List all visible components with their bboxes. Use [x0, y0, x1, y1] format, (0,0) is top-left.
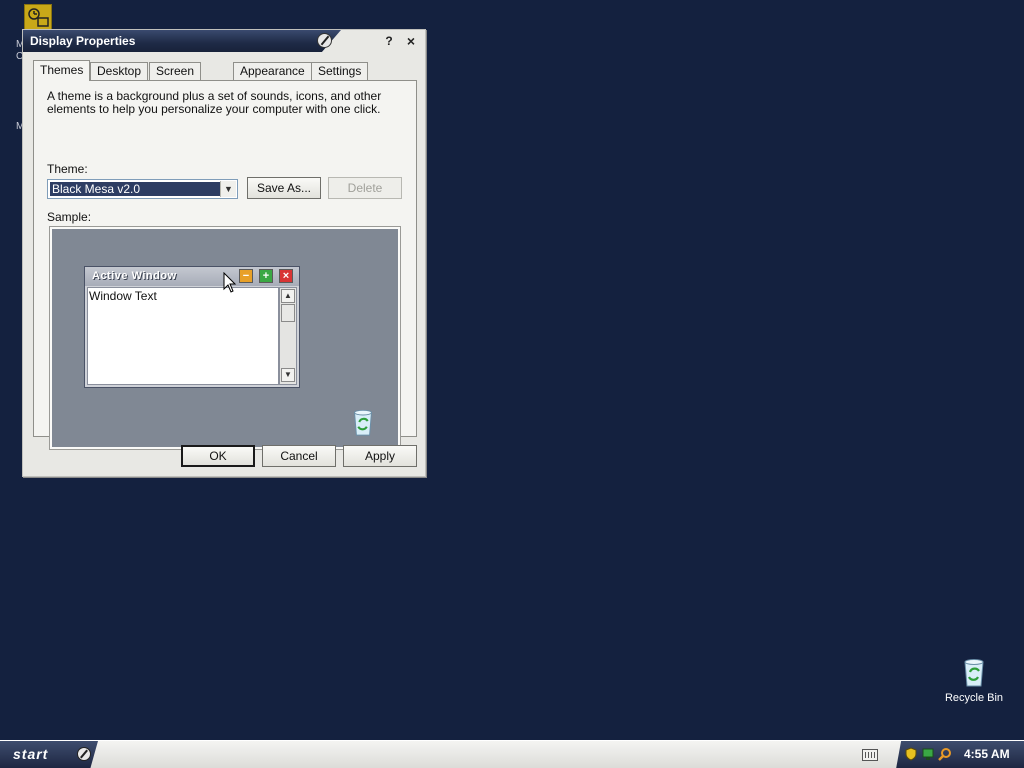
themes-panel: A theme is a background plus a set of so…	[33, 80, 417, 450]
recycle-bin-desktop-icon[interactable]: Recycle Bin	[936, 656, 1012, 704]
theme-logo-icon	[317, 33, 332, 48]
tab-screen-saver[interactable]: Screen Saver	[149, 62, 202, 94]
theme-dropdown-value: Black Mesa v2.0	[50, 182, 220, 196]
window-title: Display Properties	[30, 34, 136, 48]
security-shield-icon[interactable]	[904, 747, 918, 761]
preview-title-bar: Active Window − + ×	[85, 267, 299, 286]
maximize-icon: +	[259, 269, 273, 283]
clock[interactable]: 4:55 AM	[964, 747, 1010, 761]
recycle-bin-icon	[964, 659, 984, 687]
help-button[interactable]: ?	[381, 33, 397, 49]
theme-label: Theme:	[47, 162, 88, 176]
title-bar[interactable]: Display Properties ? ×	[23, 30, 427, 52]
delete-button[interactable]: Delete	[328, 177, 402, 199]
display-properties-window: Display Properties ? × Themes Desktop Sc…	[22, 29, 426, 477]
recycle-bin-icon	[354, 409, 372, 436]
theme-description: A theme is a background plus a set of so…	[47, 89, 382, 116]
preview-scrollbar: ▲ ▼	[279, 287, 297, 385]
start-label: start	[13, 746, 49, 762]
preview-window-text: Window Text	[89, 289, 157, 303]
keyboard-icon[interactable]	[862, 749, 878, 761]
preview-window-title: Active Window	[92, 270, 177, 282]
network-icon[interactable]	[921, 747, 935, 761]
search-icon[interactable]	[938, 747, 952, 761]
scroll-up-icon: ▲	[281, 289, 295, 303]
taskbar: start 4:55 AM	[0, 740, 1024, 768]
scroll-thumb	[281, 304, 295, 322]
tab-desktop[interactable]: Desktop	[90, 62, 149, 80]
cancel-button[interactable]: Cancel	[262, 445, 336, 467]
tab-themes[interactable]: Themes	[33, 60, 91, 81]
chevron-down-icon[interactable]: ▼	[220, 181, 236, 197]
start-logo-icon	[77, 747, 91, 761]
preview-window-body: Window Text	[87, 287, 279, 385]
minimize-icon: −	[239, 269, 253, 283]
theme-dropdown[interactable]: Black Mesa v2.0 ▼	[47, 179, 238, 199]
tab-settings[interactable]: Settings	[311, 62, 369, 80]
desktop-app-icon[interactable]	[24, 4, 52, 32]
sample-label: Sample:	[47, 210, 92, 224]
mouse-cursor-icon	[223, 272, 237, 293]
close-button[interactable]: ×	[403, 33, 419, 49]
recycle-bin-label: Recycle Bin	[944, 692, 1004, 704]
close-icon: ×	[279, 269, 293, 283]
tab-appearance[interactable]: Appearance	[233, 62, 312, 80]
start-button[interactable]: start	[0, 741, 98, 768]
apply-button[interactable]: Apply	[343, 445, 417, 467]
theme-preview: Active Window − + × Window Text ▲ ▼	[49, 226, 401, 450]
ok-button[interactable]: OK	[181, 445, 255, 467]
scroll-down-icon: ▼	[281, 368, 295, 382]
save-as-button[interactable]: Save As...	[247, 177, 321, 199]
preview-window: Active Window − + × Window Text ▲ ▼	[84, 266, 300, 388]
